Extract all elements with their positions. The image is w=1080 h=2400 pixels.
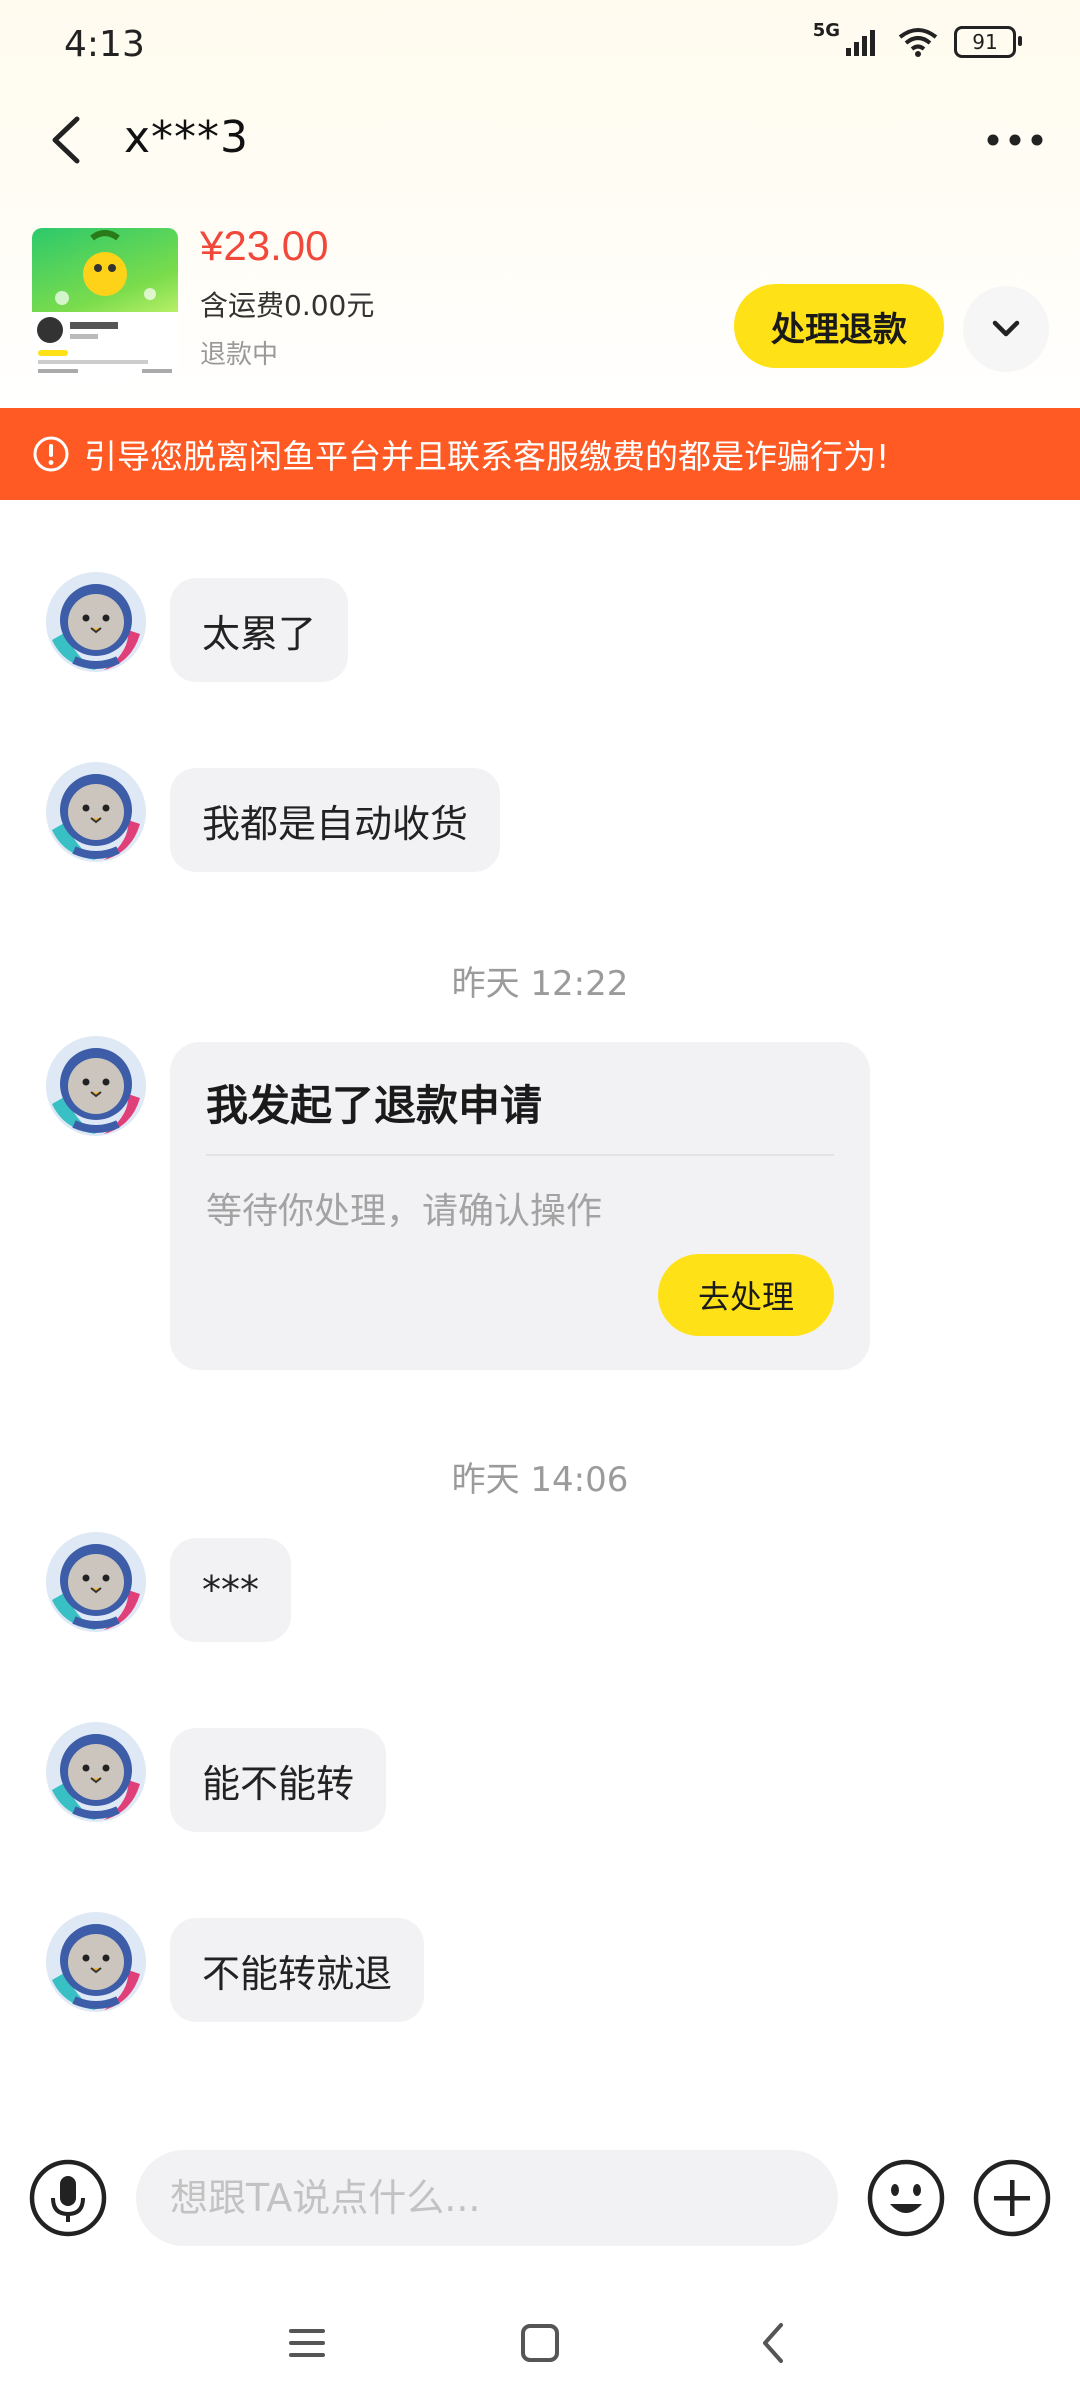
battery-icon: 91 bbox=[954, 26, 1022, 58]
cat-avatar-icon bbox=[46, 1532, 146, 1632]
status-bar: 4:13 5G 91 bbox=[0, 0, 1080, 92]
message-text: 太累了 bbox=[202, 611, 317, 656]
handle-refund-button[interactable]: 处理退款 bbox=[734, 284, 944, 368]
signal-icon bbox=[846, 30, 875, 56]
more-dots-icon bbox=[987, 134, 1043, 146]
card-divider bbox=[206, 1154, 834, 1156]
message-timestamp: 昨天 12:22 bbox=[451, 964, 629, 1004]
avatar[interactable] bbox=[44, 1910, 148, 2014]
avatar[interactable] bbox=[44, 1034, 148, 1138]
chevron-left-icon bbox=[763, 2323, 783, 2363]
message-timestamp: 昨天 14:06 bbox=[451, 1460, 629, 1500]
back-button[interactable] bbox=[36, 110, 96, 170]
message-bubble[interactable]: 我都是自动收货 bbox=[170, 768, 501, 872]
message-bubble[interactable]: 不能转就退 bbox=[170, 1918, 425, 2022]
system-back-button[interactable] bbox=[738, 2308, 808, 2378]
message-input-bar bbox=[0, 2120, 1080, 2276]
product-card[interactable]: ¥23.00 含运费0.00元 退款中 处理退款 bbox=[0, 210, 1080, 400]
avatar[interactable] bbox=[44, 1530, 148, 1634]
thumbnail-detail-graphic bbox=[37, 317, 172, 373]
message-bubble[interactable]: *** bbox=[170, 1538, 291, 1642]
message-input-field[interactable] bbox=[136, 2150, 838, 2246]
status-icons: 5G 91 bbox=[813, 20, 1022, 58]
more-button[interactable] bbox=[980, 110, 1050, 170]
product-thumbnail[interactable] bbox=[32, 228, 178, 378]
recent-apps-button[interactable] bbox=[272, 2308, 342, 2378]
message-input[interactable] bbox=[136, 2150, 838, 2246]
warning-text: 引导您脱离闲鱼平台并且联系客服缴费的都是诈骗行为! bbox=[84, 437, 890, 476]
message-text: 能不能转 bbox=[202, 1761, 355, 1806]
avatar[interactable] bbox=[44, 760, 148, 864]
refund-card-subtitle: 等待你处理，请确认操作 bbox=[206, 1191, 603, 1232]
home-square-icon bbox=[521, 2324, 559, 2362]
cat-avatar-icon bbox=[46, 1036, 146, 1136]
status-time: 4:13 bbox=[64, 24, 145, 65]
message-bubble[interactable]: 太累了 bbox=[170, 578, 349, 682]
fraud-warning-banner: 引导您脱离闲鱼平台并且联系客服缴费的都是诈骗行为! bbox=[0, 408, 1080, 500]
refund-request-card[interactable]: 我发起了退款申请 等待你处理，请确认操作 去处理 bbox=[170, 1042, 870, 1370]
avatar[interactable] bbox=[44, 570, 148, 674]
cat-avatar-icon bbox=[46, 572, 146, 672]
message-text: 不能转就退 bbox=[202, 1951, 393, 1996]
emoji-button[interactable] bbox=[866, 2158, 946, 2238]
refund-card-title: 我发起了退款申请 bbox=[206, 1081, 543, 1130]
shipping-info: 含运费0.00元 bbox=[200, 289, 375, 322]
menu-icon bbox=[289, 2329, 325, 2357]
more-actions-button[interactable] bbox=[972, 2158, 1052, 2238]
network-type: 5G bbox=[812, 19, 840, 41]
message-bubble[interactable]: 能不能转 bbox=[170, 1728, 387, 1832]
mascot-icon bbox=[55, 230, 156, 305]
cat-avatar-icon bbox=[46, 1912, 146, 2012]
order-status: 退款中 bbox=[200, 340, 279, 370]
product-price: ¥23.00 bbox=[200, 222, 329, 269]
battery-level: 91 bbox=[972, 30, 998, 54]
chat-header: x***3 bbox=[0, 92, 1080, 188]
emoji-icon bbox=[867, 2159, 945, 2237]
microphone-icon bbox=[29, 2159, 107, 2237]
chat-title: x***3 bbox=[124, 112, 250, 163]
expand-button[interactable] bbox=[963, 286, 1049, 372]
cat-avatar-icon bbox=[46, 1722, 146, 1822]
system-navigation-bar bbox=[0, 2284, 1080, 2400]
alert-icon bbox=[33, 436, 69, 472]
wifi-icon bbox=[898, 28, 938, 57]
message-text: 我都是自动收货 bbox=[202, 801, 469, 846]
home-button[interactable] bbox=[505, 2308, 575, 2378]
chevron-down-icon bbox=[992, 320, 1020, 337]
cat-avatar-icon bbox=[46, 762, 146, 862]
thumbnail-info bbox=[32, 312, 178, 378]
voice-button[interactable] bbox=[28, 2158, 108, 2238]
plus-icon bbox=[973, 2159, 1051, 2237]
message-text: *** bbox=[202, 1568, 259, 1612]
avatar[interactable] bbox=[44, 1720, 148, 1824]
thumbnail-banner bbox=[32, 228, 178, 312]
process-refund-button[interactable]: 去处理 bbox=[658, 1254, 834, 1336]
chevron-left-icon bbox=[52, 116, 80, 164]
